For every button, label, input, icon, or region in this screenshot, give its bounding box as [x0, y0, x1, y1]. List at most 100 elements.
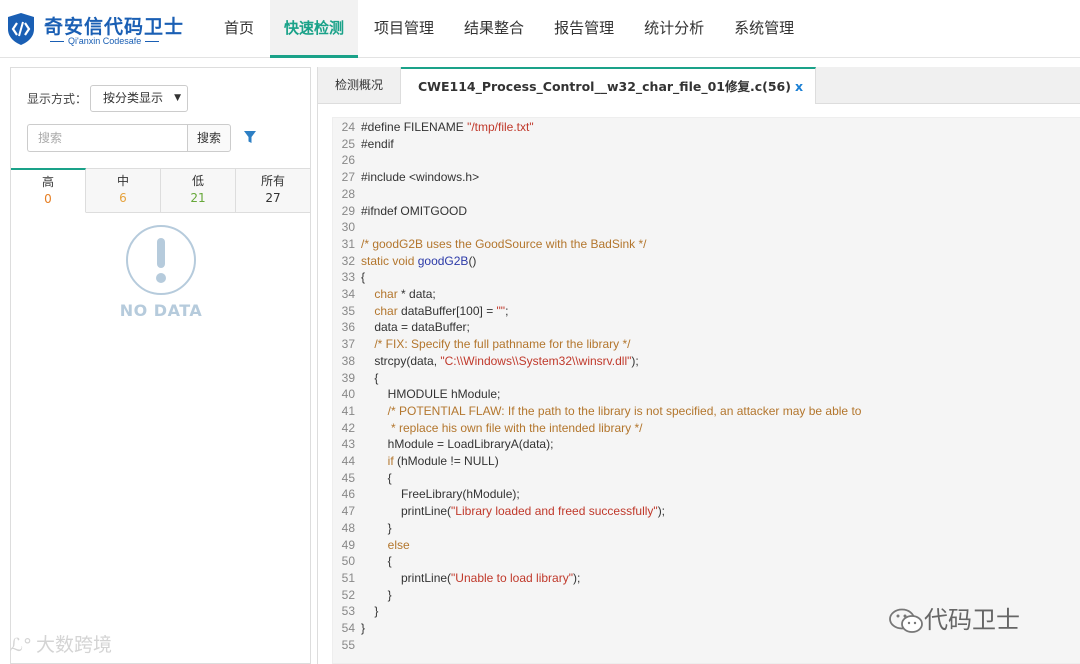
line-number: 53: [341, 604, 355, 619]
line-number: 48: [341, 520, 355, 535]
code-line: 33{: [333, 269, 365, 286]
line-number: 49: [341, 537, 355, 552]
code-line: 31/* goodG2B uses the GoodSource with th…: [333, 236, 647, 253]
line-number: 46: [341, 487, 355, 502]
severity-tab-count: 6: [119, 191, 127, 205]
tab-source-file[interactable]: CWE114_Process_Control__w32_char_file_01…: [401, 67, 817, 104]
nav-item-projects[interactable]: 项目管理: [360, 0, 448, 58]
line-number: 52: [341, 587, 355, 602]
severity-tab-label: 低: [191, 174, 204, 188]
code-line: 32 static void goodG2B(): [333, 253, 477, 270]
nav-item-reports[interactable]: 报告管理: [540, 0, 628, 58]
display-mode-value: 按分类显示: [103, 91, 164, 105]
code-line: 28: [333, 186, 361, 203]
severity-tabs: 高 0 中 6 低 21 所有 27: [11, 168, 310, 213]
line-number: 47: [341, 504, 355, 519]
severity-tab-label: 高: [41, 175, 54, 189]
code-line: 25 #endif: [333, 136, 394, 153]
code-line: 45 {: [333, 470, 392, 487]
line-number: 26: [341, 153, 355, 168]
line-number: 33: [341, 270, 355, 285]
nav-item-system[interactable]: 系统管理: [720, 0, 808, 58]
code-line: 39 {: [333, 370, 379, 387]
severity-tab-count: 21: [190, 191, 206, 205]
line-number: 42: [341, 420, 355, 435]
tab-overview[interactable]: 检测概况: [318, 67, 401, 103]
code-line: 43 hModule = LoadLibraryA(data);: [333, 436, 554, 453]
watermark-right: 代码卫士: [888, 600, 1020, 635]
line-number: 50: [341, 554, 355, 569]
line-number: 51: [341, 570, 355, 585]
line-number: 39: [341, 370, 355, 385]
code-line: 34 char * data;: [333, 286, 436, 303]
watermark-left: ℒ° 大数跨境: [10, 630, 112, 657]
caret-down-icon: ▼: [174, 93, 181, 103]
code-line: 51 printLine("Unable to load library");: [333, 570, 581, 587]
code-view-panel: 检测概况 CWE114_Process_Control__w32_char_fi…: [317, 67, 1080, 664]
line-number: 27: [341, 170, 355, 185]
tab-source-file-label: CWE114_Process_Control__w32_char_file_01…: [418, 79, 791, 94]
line-number: 41: [341, 403, 355, 418]
nav-item-results[interactable]: 结果整合: [450, 0, 538, 58]
line-number: 32: [341, 253, 355, 268]
line-number: 31: [341, 236, 355, 251]
line-number: 36: [341, 320, 355, 335]
code-line: 53 }: [333, 603, 379, 620]
line-number: 24: [341, 120, 355, 134]
line-number: 25: [341, 136, 355, 151]
code-line: 55: [333, 637, 361, 654]
search-input[interactable]: [27, 124, 187, 152]
filter-icon[interactable]: [243, 129, 257, 145]
code-line: 35 char dataBuffer[100] = "";: [333, 303, 509, 320]
watermark-logo-icon: ℒ°: [10, 635, 32, 656]
watermark-right-text: 代码卫士: [924, 606, 1020, 634]
code-line: 44 if (hModule != NULL): [333, 453, 499, 470]
code-line: 50 {: [333, 553, 392, 570]
severity-tab-low[interactable]: 低 21: [161, 169, 236, 212]
close-icon[interactable]: x: [795, 79, 803, 94]
code-line: 30: [333, 219, 361, 236]
exclamation-icon: [126, 225, 196, 295]
line-number: 44: [341, 454, 355, 468]
severity-tab-count: 0: [44, 192, 52, 206]
line-number: 45: [341, 470, 355, 485]
code-line: 54}: [333, 620, 365, 637]
code-line: 24 #define FILENAME "/tmp/file.txt": [333, 119, 534, 136]
code-line: 40 HMODULE hModule;: [333, 386, 501, 403]
shield-logo-icon: [8, 13, 34, 45]
app-title: 奇安信代码卫士: [44, 16, 185, 38]
search-button[interactable]: 搜索: [187, 124, 231, 152]
source-code-viewer[interactable]: 24 #define FILENAME "/tmp/file.txt" 25 #end…: [332, 117, 1080, 664]
severity-tab-count: 27: [265, 191, 281, 205]
code-line: 42 * replace his own file with the inten…: [333, 420, 643, 437]
main-nav: 首页 快速检测 项目管理 结果整合 报告管理 统计分析 系统管理: [210, 0, 810, 58]
severity-tab-all[interactable]: 所有 27: [236, 169, 310, 212]
code-line: 36 data = dataBuffer;: [333, 319, 470, 336]
editor-tab-bar: 检测概况 CWE114_Process_Control__w32_char_fi…: [318, 67, 1080, 104]
top-navigation-bar: 奇安信代码卫士 Qi'anxin Codesafe 首页 快速检测 项目管理 结…: [0, 0, 1080, 58]
severity-tab-medium[interactable]: 中 6: [86, 169, 161, 212]
code-line: 48 }: [333, 520, 392, 537]
nav-item-statistics[interactable]: 统计分析: [630, 0, 718, 58]
app-logo[interactable]: 奇安信代码卫士 Qi'anxin Codesafe: [6, 10, 186, 50]
wechat-icon: [889, 608, 923, 633]
display-mode-label: 显示方式：: [27, 92, 88, 106]
severity-tab-label: 所有: [260, 174, 285, 188]
nav-item-home[interactable]: 首页: [210, 0, 268, 58]
app-subtitle: Qi'anxin Codesafe: [46, 36, 163, 46]
display-mode-select[interactable]: 按分类显示 ▼: [90, 85, 188, 112]
nav-item-quick-scan[interactable]: 快速检测: [270, 0, 359, 58]
severity-tab-high[interactable]: 高 0: [11, 168, 86, 213]
line-number: 54: [341, 621, 355, 635]
line-number: 34: [341, 287, 355, 301]
line-number: 35: [341, 303, 355, 318]
defect-list-panel: 显示方式： 按分类显示 ▼ 搜索 高 0 中 6 低 21 所有 27 NO D…: [10, 67, 311, 664]
code-line: 26: [333, 152, 361, 169]
code-line: 29 #ifndef OMITGOOD: [333, 203, 467, 220]
line-number: 28: [341, 186, 355, 201]
no-data-message: NO DATA: [119, 301, 203, 320]
code-line: 41 /* POTENTIAL FLAW: If the path to the…: [333, 403, 862, 420]
watermark-left-text: 大数跨境: [35, 634, 112, 656]
severity-tab-label: 中: [116, 174, 129, 188]
line-number: 30: [341, 220, 355, 235]
